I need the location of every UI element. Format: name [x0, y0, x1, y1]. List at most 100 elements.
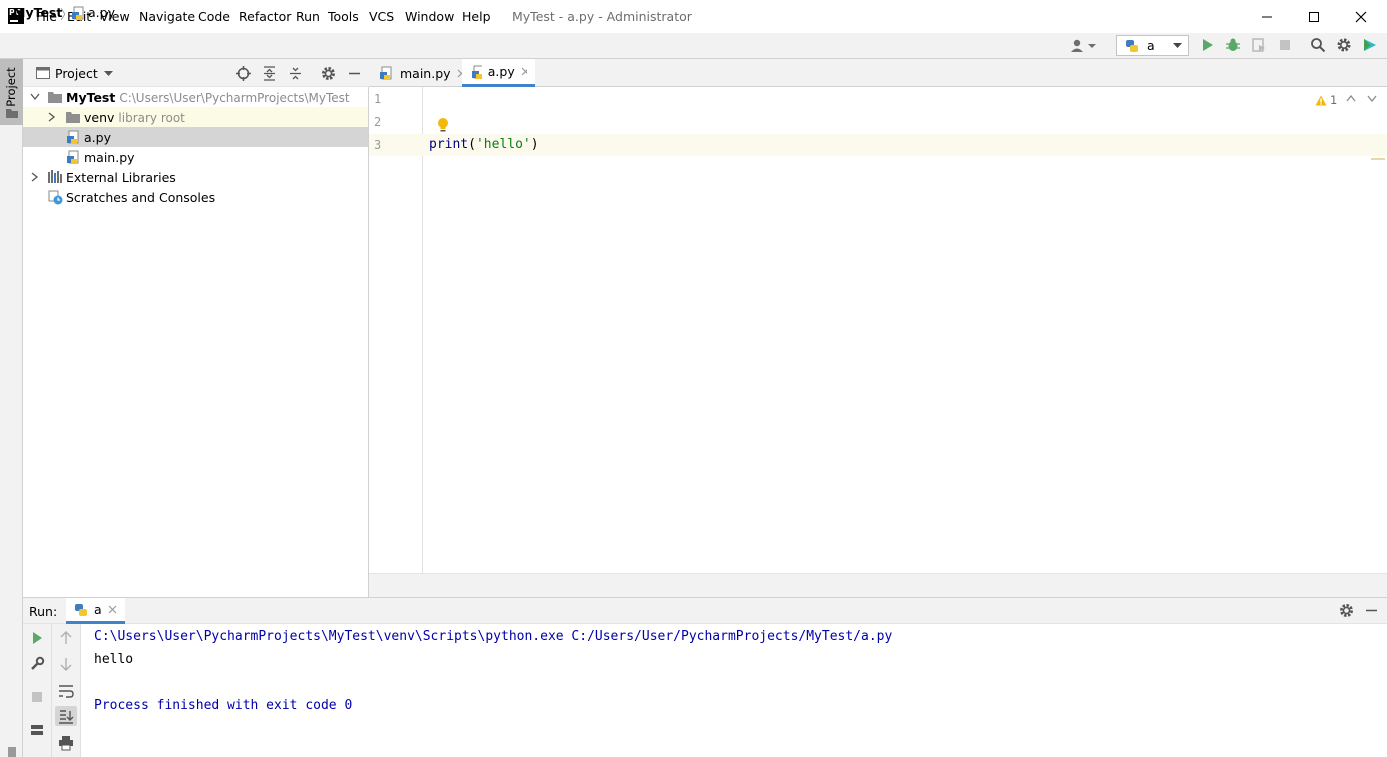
- tree-path-project: C:\Users\User\PycharmProjects\MyTest: [119, 91, 350, 105]
- menu-code[interactable]: Code: [198, 9, 230, 24]
- print-button[interactable]: [58, 735, 74, 751]
- tree-item-main-py[interactable]: main.py: [23, 147, 368, 167]
- line-number: 3: [374, 138, 382, 152]
- python-file-icon: [67, 130, 79, 144]
- stop-icon: [32, 692, 42, 702]
- breadcrumb-project[interactable]: MyTest: [13, 5, 62, 20]
- chevron-down-icon: [30, 93, 40, 101]
- collapse-all-button[interactable]: [288, 66, 303, 81]
- python-icon: [75, 603, 87, 616]
- maximize-icon: [1309, 11, 1319, 22]
- warning-stripe-marker[interactable]: [1371, 158, 1385, 160]
- warning-icon: [1315, 95, 1327, 105]
- tree-label-project: MyTest: [66, 90, 116, 105]
- intention-bulb-icon[interactable]: [436, 117, 450, 133]
- scratches-icon: [48, 190, 63, 205]
- run-settings-button[interactable]: [1339, 603, 1354, 618]
- code-editor[interactable]: [423, 87, 1387, 573]
- menu-window[interactable]: Window: [405, 9, 454, 24]
- rerun-button[interactable]: [29, 630, 45, 646]
- play-icon: [1203, 39, 1213, 51]
- chevron-down-icon: [1173, 42, 1182, 48]
- chevron-up-icon: [1346, 95, 1356, 102]
- menu-navigate[interactable]: Navigate: [139, 9, 195, 24]
- hide-run-panel-button[interactable]: [1364, 603, 1379, 618]
- chevron-down-icon: [1088, 44, 1096, 48]
- printer-icon: [59, 736, 73, 751]
- run-with-coverage-button[interactable]: [1251, 37, 1267, 53]
- expand-all-button[interactable]: [262, 66, 277, 81]
- edit-configuration-button[interactable]: [29, 656, 45, 672]
- scroll-to-end-icon: [59, 710, 74, 724]
- crosshair-icon: [236, 66, 251, 81]
- minimize-button[interactable]: [1244, 0, 1290, 33]
- run-tab-a[interactable]: a: [66, 598, 125, 624]
- folder-icon: [6, 108, 18, 118]
- previous-highlight-button[interactable]: [1346, 95, 1356, 102]
- settings-button[interactable]: [1336, 37, 1352, 53]
- search-everywhere-button[interactable]: [1310, 37, 1326, 53]
- editor-gutter: [369, 87, 423, 573]
- layout-button[interactable]: [29, 722, 45, 738]
- breadcrumb-file[interactable]: a.py: [88, 5, 115, 20]
- stop-button[interactable]: [1277, 37, 1293, 53]
- python-file-icon: [472, 65, 482, 79]
- code-paren-close: ): [530, 137, 539, 152]
- console-output-line: hello: [94, 652, 134, 667]
- close-tab-icon[interactable]: [108, 605, 117, 614]
- code-function: print: [429, 137, 469, 152]
- code-line: print('hello'): [429, 137, 539, 152]
- tab-label-main-py: main.py: [400, 65, 451, 81]
- run-configuration-select[interactable]: a: [1116, 35, 1189, 56]
- tree-item-external-libraries[interactable]: External Libraries: [23, 167, 368, 187]
- structure-strip-tab[interactable]: [8, 747, 16, 757]
- close-window-button[interactable]: [1338, 0, 1384, 33]
- expand-all-icon: [264, 66, 275, 81]
- play-icon: [33, 632, 42, 644]
- current-line-highlight: [423, 134, 1387, 156]
- locate-file-button[interactable]: [236, 66, 251, 81]
- python-file-icon: [67, 150, 79, 164]
- menu-tools[interactable]: Tools: [328, 9, 359, 24]
- menu-refactor[interactable]: Refactor: [239, 9, 291, 24]
- inspection-widget[interactable]: 1: [1315, 93, 1337, 107]
- debug-button[interactable]: [1225, 37, 1241, 53]
- line-number: 1: [374, 92, 382, 106]
- bug-icon: [1226, 38, 1240, 51]
- soft-wrap-button[interactable]: [58, 683, 74, 699]
- menu-help[interactable]: Help: [462, 9, 491, 24]
- close-tab-icon[interactable]: [521, 67, 527, 76]
- project-settings-button[interactable]: [321, 66, 336, 81]
- tree-label-venv: venv: [84, 110, 115, 125]
- tree-label-scratches: Scratches and Consoles: [66, 190, 216, 205]
- tree-item-scratches[interactable]: Scratches and Consoles: [23, 187, 368, 207]
- window-title: MyTest - a.py - Administrator: [512, 9, 692, 24]
- project-view-selector[interactable]: Project: [55, 66, 98, 81]
- next-occurrence-button[interactable]: [58, 656, 74, 672]
- tree-label-external-libraries: External Libraries: [66, 170, 176, 185]
- menu-run[interactable]: Run: [296, 9, 320, 24]
- next-highlight-button[interactable]: [1367, 95, 1377, 102]
- tree-item-venv[interactable]: venv library root: [23, 107, 368, 127]
- menu-vcs[interactable]: VCS: [369, 9, 394, 24]
- previous-occurrence-button[interactable]: [58, 630, 74, 646]
- python-icon: [1126, 39, 1138, 52]
- tree-item-a-py[interactable]: a.py: [23, 127, 368, 147]
- coverage-icon: [1252, 38, 1265, 52]
- tree-item-project-root[interactable]: MyTest C:\Users\User\PycharmProjects\MyT…: [23, 87, 368, 107]
- code-with-me-button[interactable]: [1362, 37, 1378, 53]
- tab-a-py[interactable]: a.py: [462, 59, 535, 87]
- tab-main-py[interactable]: main.py: [370, 59, 474, 87]
- arrow-down-icon: [60, 658, 72, 671]
- console-command-line: C:\Users\User\PycharmProjects\MyTest\ven…: [94, 629, 893, 644]
- add-configuration-button[interactable]: [1070, 37, 1100, 55]
- scroll-to-end-button[interactable]: [55, 706, 77, 726]
- maximize-button[interactable]: [1291, 0, 1337, 33]
- run-button[interactable]: [1200, 37, 1216, 53]
- code-paren-open: (: [468, 137, 476, 152]
- hide-panel-button[interactable]: [347, 66, 362, 81]
- code-with-me-icon: [1364, 39, 1376, 51]
- stop-run-button[interactable]: [29, 689, 45, 705]
- chevron-down-icon[interactable]: [104, 71, 113, 77]
- tree-sub-venv: library root: [118, 111, 185, 125]
